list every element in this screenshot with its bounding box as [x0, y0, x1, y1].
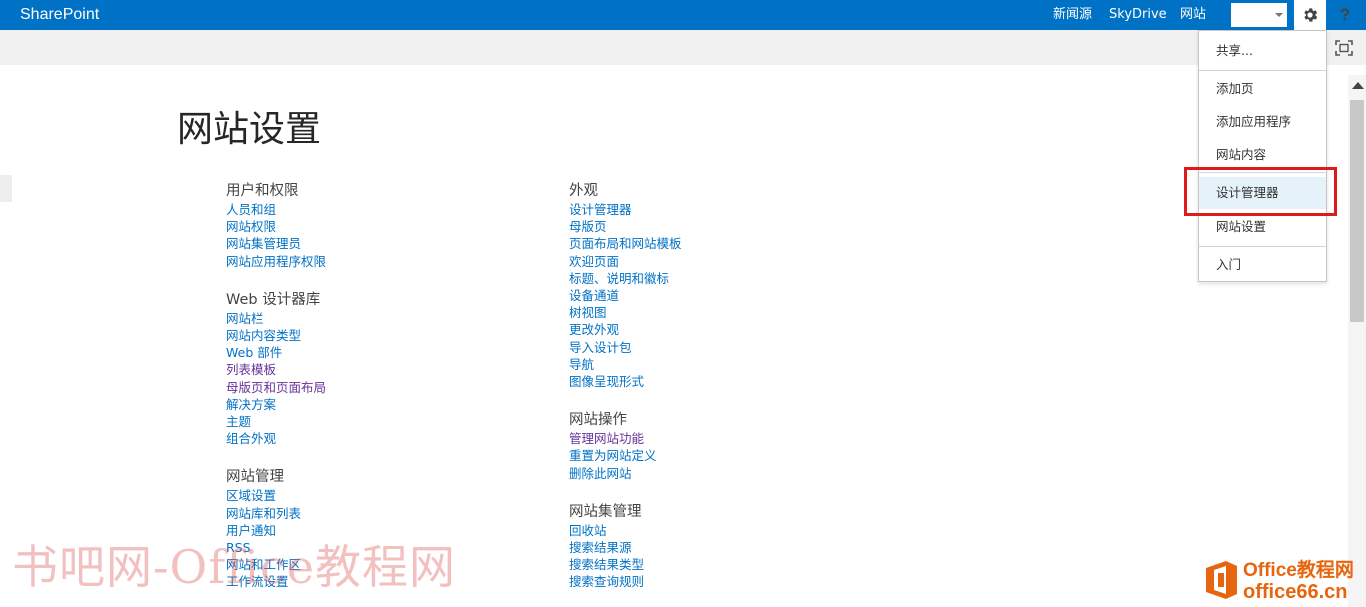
link-title-description-logo[interactable]: 标题、说明和徽标 — [569, 270, 682, 287]
focus-content-icon[interactable] — [1335, 40, 1353, 56]
chevron-down-icon — [1275, 13, 1283, 17]
office-logo-icon — [1206, 561, 1237, 599]
settings-dropdown-menu: 共享... 添加页 添加应用程序 网站内容 设计管理器 网站设置 入门 — [1198, 30, 1327, 282]
link-composed-looks[interactable]: 组合外观 — [226, 430, 326, 447]
link-web-parts[interactable]: Web 部件 — [226, 344, 326, 361]
link-master-pages[interactable]: 母版页和页面布局 — [226, 379, 326, 396]
menu-divider — [1199, 246, 1326, 247]
link-import-design-package[interactable]: 导入设计包 — [569, 339, 682, 356]
link-change-look[interactable]: 更改外观 — [569, 321, 682, 338]
link-tree-view[interactable]: 树视图 — [569, 304, 682, 321]
nav-newsfeed[interactable]: 新闻源 — [1045, 0, 1100, 30]
scrollbar-thumb[interactable] — [1350, 100, 1364, 322]
watermark-text: 书吧网-Office教程网 — [12, 540, 457, 594]
link-regional-settings[interactable]: 区域设置 — [226, 487, 326, 504]
link-themes[interactable]: 主题 — [226, 413, 326, 430]
link-navigation[interactable]: 导航 — [569, 356, 682, 373]
annotation-highlight-box — [1184, 167, 1337, 216]
menu-item-add-page[interactable]: 添加页 — [1199, 73, 1326, 105]
link-site-columns[interactable]: 网站栏 — [226, 310, 326, 327]
link-delete-site[interactable]: 删除此网站 — [569, 465, 682, 482]
link-welcome-page[interactable]: 欢迎页面 — [569, 253, 682, 270]
section-heading: 网站操作 — [569, 412, 627, 429]
scroll-up-arrow-icon[interactable] — [1352, 82, 1364, 89]
link-result-types[interactable]: 搜索结果类型 — [569, 556, 682, 573]
watermark-domain: office66.cn — [1243, 581, 1348, 603]
link-recycle-bin[interactable]: 回收站 — [569, 522, 682, 539]
link-master-page[interactable]: 母版页 — [569, 218, 682, 235]
section-users-permissions: 用户和权限 人员和组 网站权限 网站集管理员 网站应用程序权限 — [226, 181, 326, 270]
menu-item-getting-started[interactable]: 入门 — [1199, 249, 1326, 281]
ribbon-bar — [0, 30, 1366, 65]
link-manage-site-features[interactable]: 管理网站功能 — [569, 430, 682, 447]
section-site-collection-admin: 网站集管理 回收站 搜索结果源 搜索结果类型 搜索查询规则 — [569, 502, 682, 591]
link-people-groups[interactable]: 人员和组 — [226, 201, 326, 218]
gear-icon — [1304, 8, 1318, 22]
link-design-manager[interactable]: 设计管理器 — [569, 201, 682, 218]
section-web-designer-galleries: Web 设计器库 网站栏 网站内容类型 Web 部件 列表模板 母版页和页面布局… — [226, 290, 326, 448]
link-reset-site-definition[interactable]: 重置为网站定义 — [569, 447, 682, 464]
link-solutions[interactable]: 解决方案 — [226, 396, 326, 413]
link-site-collection-admins[interactable]: 网站集管理员 — [226, 235, 326, 252]
link-content-types[interactable]: 网站内容类型 — [226, 327, 326, 344]
section-heading: 网站集管理 — [569, 503, 642, 520]
link-site-permissions[interactable]: 网站权限 — [226, 218, 326, 235]
link-image-renditions[interactable]: 图像呈现形式 — [569, 373, 682, 390]
sharepoint-brand[interactable]: SharePoint — [20, 5, 99, 25]
watermark-brand: Office教程网 — [1243, 560, 1354, 581]
settings-button[interactable] — [1294, 0, 1326, 30]
menu-item-share[interactable]: 共享... — [1199, 35, 1326, 67]
link-list-templates[interactable]: 列表模板 — [226, 361, 326, 378]
help-button[interactable]: ? — [1330, 0, 1360, 30]
section-heading: 用户和权限 — [226, 183, 299, 199]
link-result-sources[interactable]: 搜索结果源 — [569, 539, 682, 556]
link-libraries-lists[interactable]: 网站库和列表 — [226, 505, 326, 522]
link-query-rules[interactable]: 搜索查询规则 — [569, 573, 682, 590]
menu-divider — [1199, 70, 1326, 71]
menu-item-add-app[interactable]: 添加应用程序 — [1199, 106, 1326, 138]
nav-skydrive[interactable]: SkyDrive — [1101, 0, 1175, 30]
page-title: 网站设置 — [177, 109, 322, 150]
left-edge-tab — [0, 175, 12, 202]
section-heading: 网站管理 — [226, 469, 284, 486]
section-look-and-feel: 外观 设计管理器 母版页 页面布局和网站模板 欢迎页面 标题、说明和徽标 设备通… — [569, 181, 682, 390]
section-site-actions: 网站操作 管理网站功能 重置为网站定义 删除此网站 — [569, 410, 682, 482]
section-heading: 外观 — [569, 183, 598, 199]
link-page-layouts-templates[interactable]: 页面布局和网站模板 — [569, 235, 682, 252]
link-device-channels[interactable]: 设备通道 — [569, 287, 682, 304]
section-heading: Web 设计器库 — [226, 291, 321, 308]
settings-column-middle: 外观 设计管理器 母版页 页面布局和网站模板 欢迎页面 标题、说明和徽标 设备通… — [569, 181, 682, 607]
link-app-permissions[interactable]: 网站应用程序权限 — [226, 253, 326, 270]
nav-sites[interactable]: 网站 — [1172, 0, 1214, 30]
